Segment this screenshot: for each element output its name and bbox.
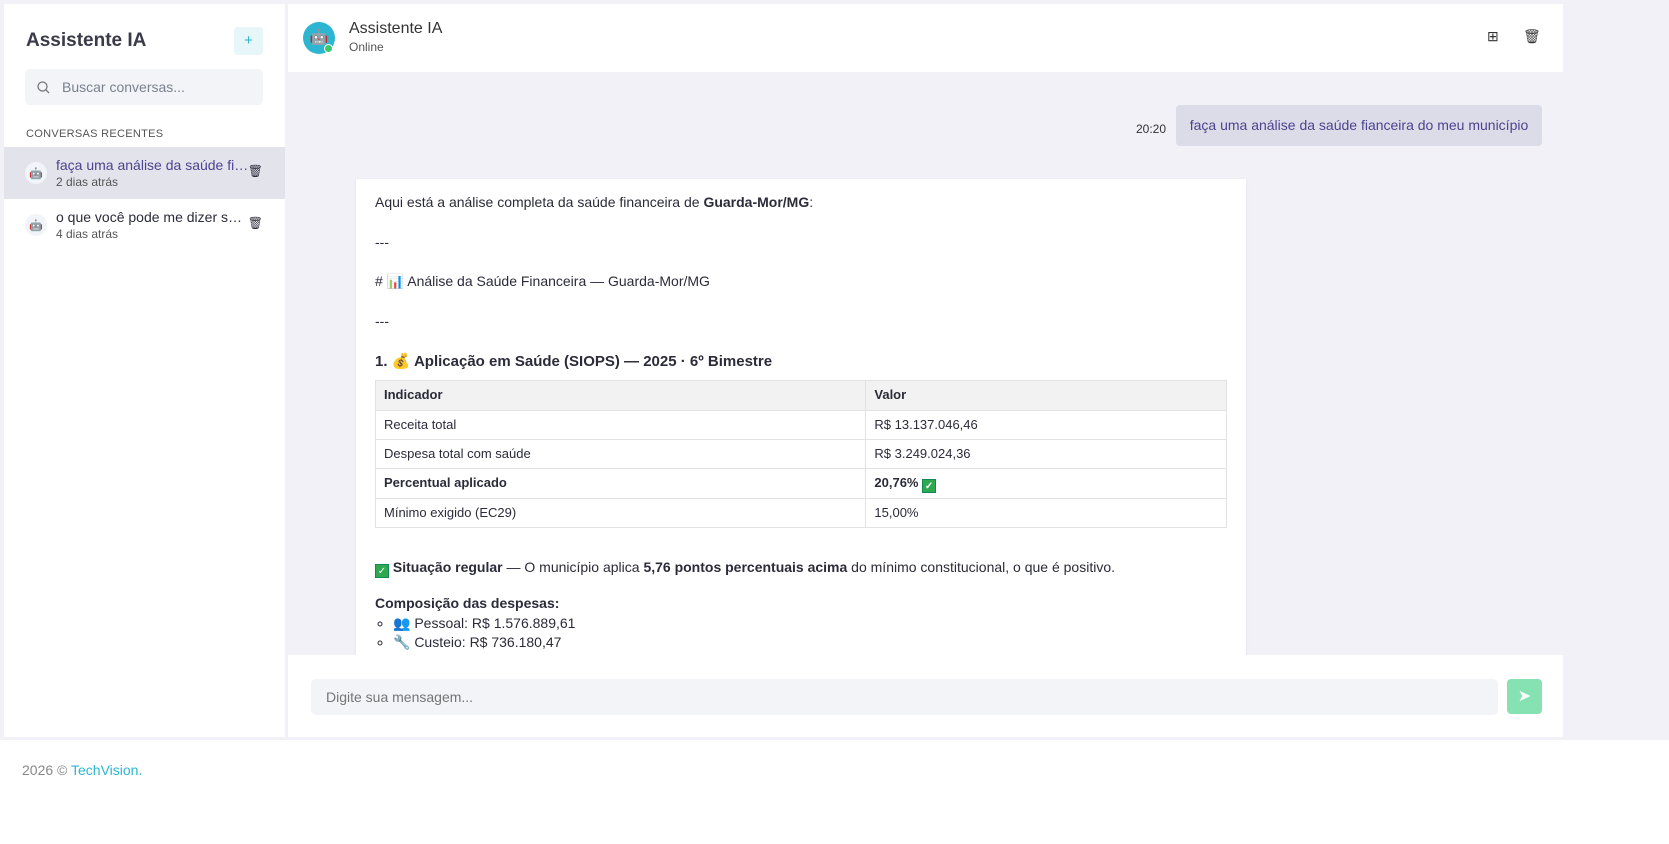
- check-icon: ✓: [922, 478, 937, 493]
- new-conversation-button[interactable]: +: [234, 27, 263, 55]
- copyright: 2026 ©: [22, 762, 71, 778]
- cell: 15,00%: [865, 497, 1227, 529]
- online-indicator: [324, 44, 333, 53]
- trash-icon[interactable]: 🗑: [248, 216, 263, 230]
- robot-icon: 🤖: [25, 162, 47, 184]
- conversation-item[interactable]: 🤖 faça uma análise da saúde fianceira do…: [4, 147, 285, 199]
- conversation-title: o que você pode me dizer sobre: [56, 209, 249, 225]
- table-row: Despesa total com saúde R$ 3.249.024,36: [374, 438, 1227, 469]
- cell: R$ 3.249.024,36: [865, 438, 1227, 469]
- cell: R$ 13.137.046,46: [865, 409, 1227, 440]
- col-header: Valor: [865, 380, 1227, 411]
- separator: ---: [375, 312, 389, 329]
- conversation-title: faça uma análise da saúde fianceira do m…: [56, 157, 249, 173]
- composition-list: 👥 Pessoal: R$ 1.576.889,61 🔧 Custeio: R$…: [375, 614, 1227, 653]
- sidebar-title: Assistente IA: [26, 30, 147, 51]
- status-text: do mínimo constitucional, o que é positi…: [847, 559, 1115, 576]
- message-time: 20:20: [1136, 122, 1167, 136]
- bot-message: Aqui está a análise completa da saúde fi…: [356, 179, 1246, 655]
- chat-title: Assistente IA: [349, 20, 443, 37]
- search-box[interactable]: Buscar conversas...: [25, 69, 263, 105]
- status-bold: Situação regular: [392, 559, 503, 576]
- footer: 2026 © TechVision.: [0, 740, 1669, 844]
- cell: Receita total: [374, 409, 867, 440]
- cell-value: 20,76%: [874, 474, 919, 490]
- list-item: 👥 Pessoal: R$ 1.576.889,61: [393, 614, 1227, 634]
- search-input[interactable]: Buscar conversas...: [62, 79, 185, 95]
- conversation-item[interactable]: 🤖 o que você pode me dizer sobre 4 dias a…: [4, 199, 285, 251]
- search-icon: [37, 80, 50, 93]
- brand-link[interactable]: TechVision.: [71, 762, 142, 778]
- sidebar: Assistente IA + Buscar conversas... CONV…: [4, 4, 285, 737]
- composition-title: Composição das despesas:: [375, 595, 560, 612]
- new-chat-icon[interactable]: ⊞: [1487, 28, 1499, 45]
- chat-status: Online: [349, 40, 384, 54]
- conversation-time: 4 dias atrás: [56, 227, 119, 241]
- section-label: CONVERSAS RECENTES: [26, 128, 164, 140]
- cell: Despesa total com saúde: [374, 438, 867, 469]
- user-message: faça uma análise da saúde fianceira do m…: [1176, 105, 1542, 146]
- status-line: ✓ Situação regular — O município aplica …: [375, 558, 1227, 579]
- status-text: — O município aplica: [502, 559, 644, 576]
- table-row: Receita total R$ 13.137.046,46: [374, 409, 1227, 440]
- separator: ---: [375, 233, 389, 250]
- table-row: Mínimo exigido (EC29) 15,00%: [374, 497, 1227, 529]
- chat-area: 20:20 faça uma análise da saúde fianceir…: [288, 72, 1563, 655]
- cell: Mínimo exigido (EC29): [374, 497, 867, 529]
- intro-text: Aqui está a análise completa da saúde fi…: [375, 194, 704, 210]
- send-icon: ➤: [1517, 688, 1532, 705]
- chat-header: 🤖 Assistente IA Online ⊞ 🗑: [288, 4, 1563, 72]
- cell: 20,76% ✓: [865, 467, 1227, 499]
- trash-icon[interactable]: 🗑: [248, 164, 263, 178]
- intro: Aqui está a análise completa da saúde fi…: [375, 194, 814, 210]
- message-input[interactable]: [311, 679, 1498, 715]
- list-item: 🔧 Custeio: R$ 736.180,47: [393, 633, 1227, 653]
- status-bold: 5,76 pontos percentuais acima: [643, 559, 848, 576]
- robot-icon: 🤖: [25, 214, 47, 236]
- city: Guarda-Mor/MG: [703, 194, 810, 210]
- send-button[interactable]: ➤: [1507, 679, 1542, 714]
- table-row: Percentual aplicado 20,76% ✓: [374, 467, 1227, 499]
- heading: # 📊 Análise da Saúde Financeira — Guarda…: [375, 273, 710, 290]
- section-heading: 1. 💰 Aplicação em Saúde (SIOPS) — 2025 ·…: [375, 353, 773, 371]
- input-bar: ➤: [288, 655, 1563, 737]
- cell: Percentual aplicado: [374, 467, 867, 499]
- conversation-time: 2 dias atrás: [56, 175, 119, 189]
- data-table: Indicador Valor Receita total R$ 13.137.04…: [374, 380, 1227, 529]
- trash-icon[interactable]: 🗑: [1523, 28, 1541, 45]
- check-icon: ✓: [375, 564, 389, 579]
- col-header: Indicador: [374, 380, 867, 411]
